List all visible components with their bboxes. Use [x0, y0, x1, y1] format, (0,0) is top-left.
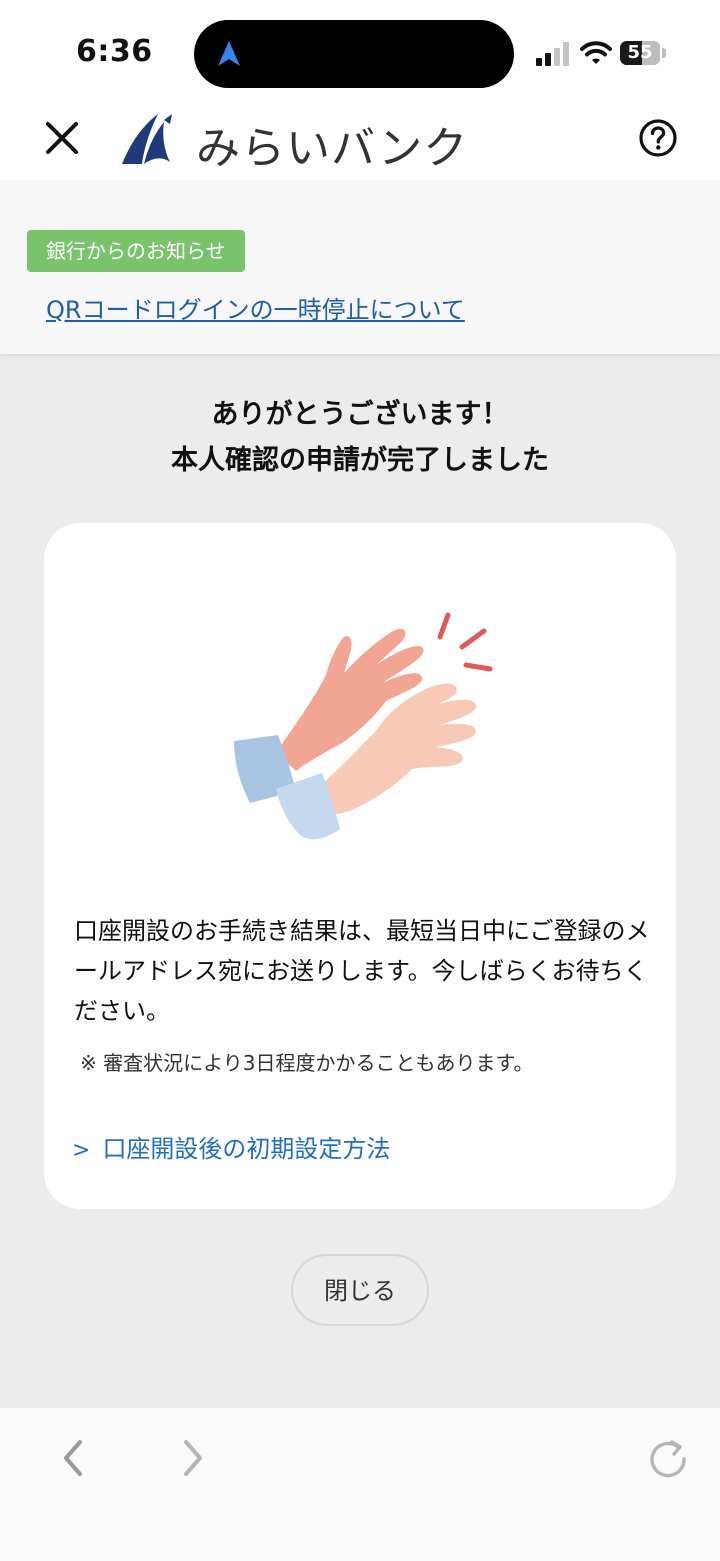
- completion-heading: ありがとうございます！ 本人確認の申請が完了しました: [0, 392, 720, 484]
- browser-toolbar: [0, 1408, 720, 1561]
- app-header: みらいバンク: [0, 100, 720, 180]
- initial-setup-link-label: 口座開設後の初期設定方法: [102, 1135, 391, 1163]
- clapping-hands-illustration: [234, 612, 493, 840]
- battery-tip: [662, 48, 666, 58]
- completion-card: 口座開設のお手続き結果は、最短当日中にご登録のメールアドレス宛にお送りします。今…: [44, 523, 676, 1209]
- status-bar: 6:36 55: [0, 0, 720, 100]
- back-arrow-icon[interactable]: [58, 1438, 90, 1478]
- status-time: 6:36: [76, 34, 153, 69]
- notice-link[interactable]: QRコードログインの一時停止について: [46, 290, 465, 325]
- bank-logo-icon: [122, 114, 172, 164]
- initial-setup-link[interactable]: > 口座開設後の初期設定方法: [72, 1129, 390, 1164]
- cellular-signal-icon: [536, 42, 569, 66]
- wifi-icon: [580, 41, 612, 64]
- card-body-text: 口座開設のお手続き結果は、最短当日中にご登録のメールアドレス宛にお送りします。今…: [74, 917, 650, 1025]
- bank-notice: 銀行からのお知らせ QRコードログインの一時停止について: [0, 180, 720, 354]
- close-button[interactable]: 閉じる: [291, 1254, 429, 1326]
- chevron-right-icon: >: [72, 1138, 91, 1163]
- battery-level: 55: [627, 42, 653, 63]
- location-arrow-icon: [218, 41, 240, 66]
- help-icon[interactable]: [638, 118, 678, 158]
- battery-indicator: 55: [620, 41, 660, 65]
- notice-badge: 銀行からのお知らせ: [27, 230, 245, 272]
- heading-line-1: ありがとうございます！: [211, 399, 509, 430]
- card-note: ※ 審査状況により3日程度かかることもあります。: [80, 1051, 534, 1075]
- forward-arrow-icon[interactable]: [176, 1438, 208, 1478]
- reload-icon[interactable]: [648, 1438, 690, 1480]
- heading-line-2: 本人確認の申請が完了しました: [171, 445, 549, 476]
- close-icon[interactable]: [44, 120, 80, 156]
- brand-name: みらいバンク: [196, 123, 469, 174]
- dynamic-island: [194, 20, 514, 88]
